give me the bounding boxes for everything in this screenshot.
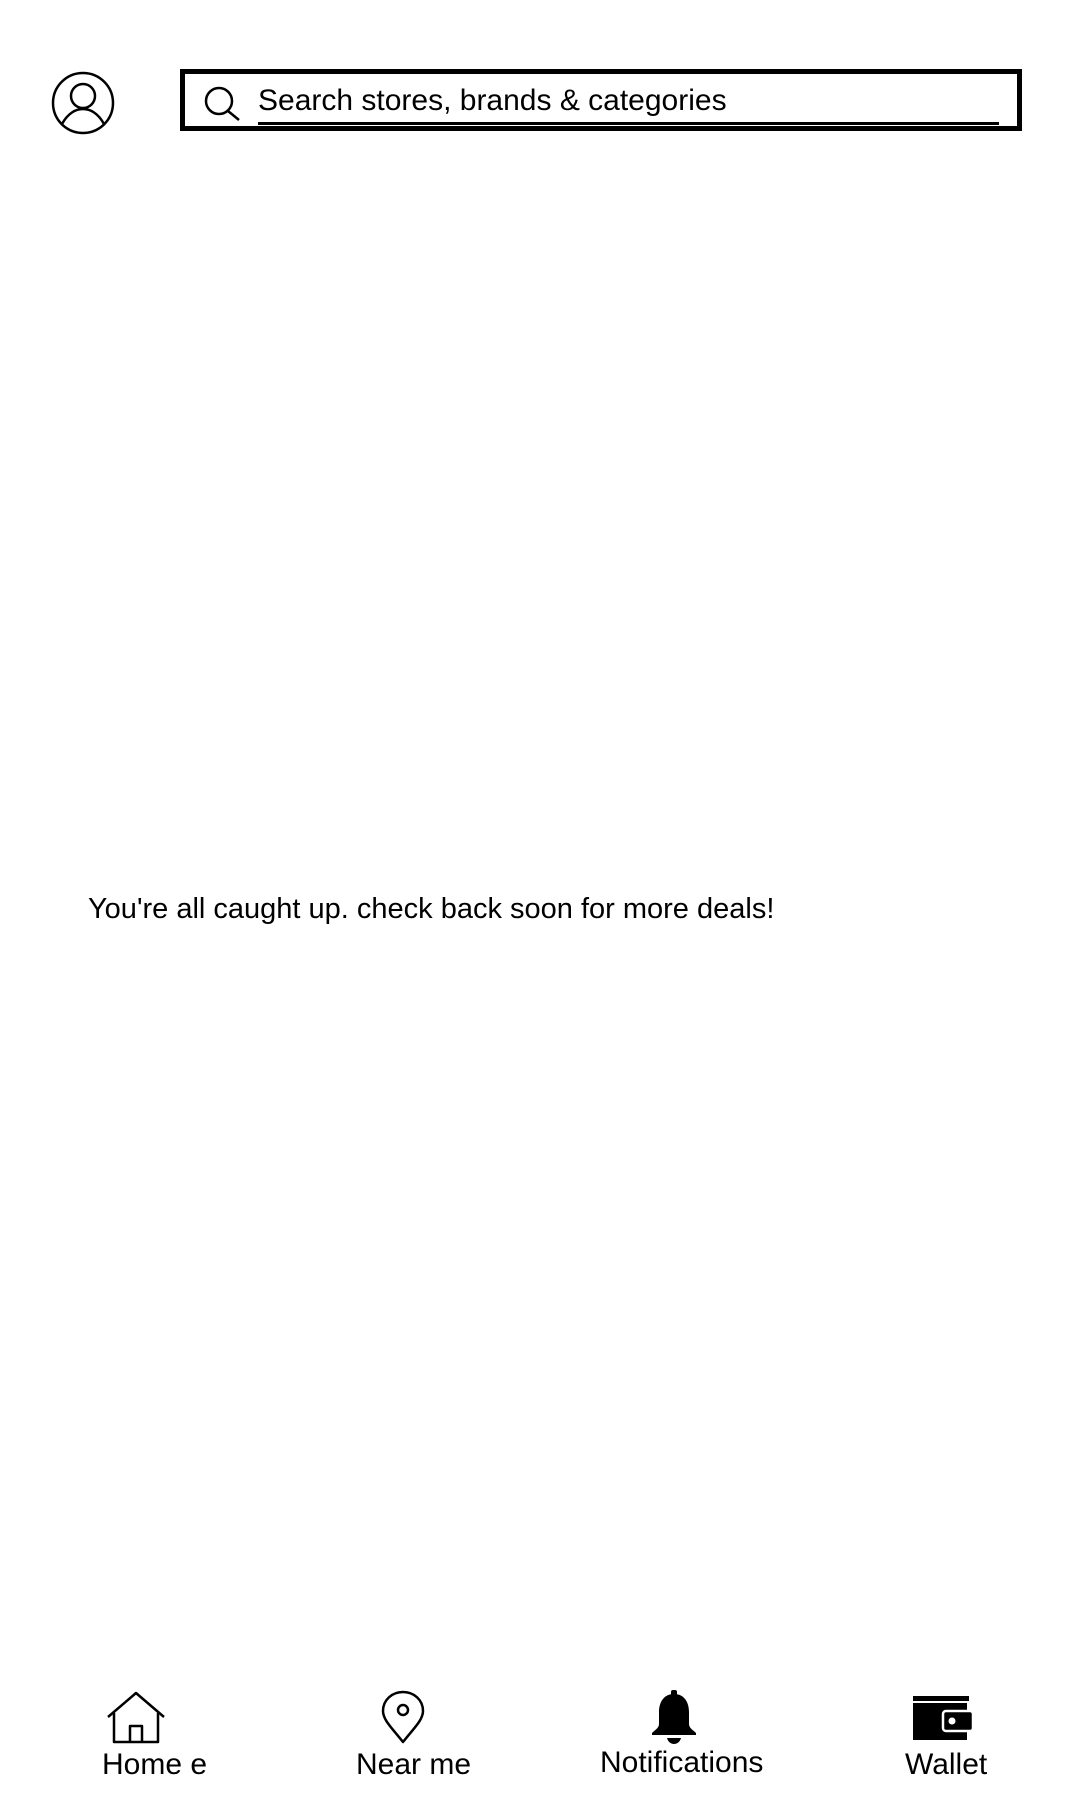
search-input[interactable]: Search stores, brands & categories [258, 84, 999, 125]
location-pin-icon [380, 1690, 426, 1744]
home-icon [104, 1690, 168, 1744]
nav-label-notifications: Notifications [600, 1746, 764, 1779]
wallet-icon [911, 1694, 975, 1742]
bell-icon [649, 1690, 699, 1744]
profile-button[interactable] [50, 71, 116, 135]
nav-label-wallet: Wallet [905, 1748, 988, 1781]
user-circle-icon [50, 71, 116, 135]
nav-item-wallet[interactable]: Wallet [905, 1690, 1005, 1790]
nav-item-notifications[interactable]: Notifications [598, 1690, 768, 1790]
nav-item-near-me[interactable]: Near me [352, 1690, 482, 1790]
nav-label-near-me: Near me [356, 1748, 472, 1781]
empty-state-message: You're all caught up. check back soon fo… [88, 893, 775, 925]
nav-item-home[interactable]: Home e [98, 1690, 218, 1790]
search-icon [202, 86, 242, 122]
nav-label-home: Home e [102, 1748, 208, 1781]
search-bar[interactable]: Search stores, brands & categories [180, 69, 1022, 131]
bottom-navigation: Home e Near me Notifications Wallet [0, 1690, 1080, 1800]
